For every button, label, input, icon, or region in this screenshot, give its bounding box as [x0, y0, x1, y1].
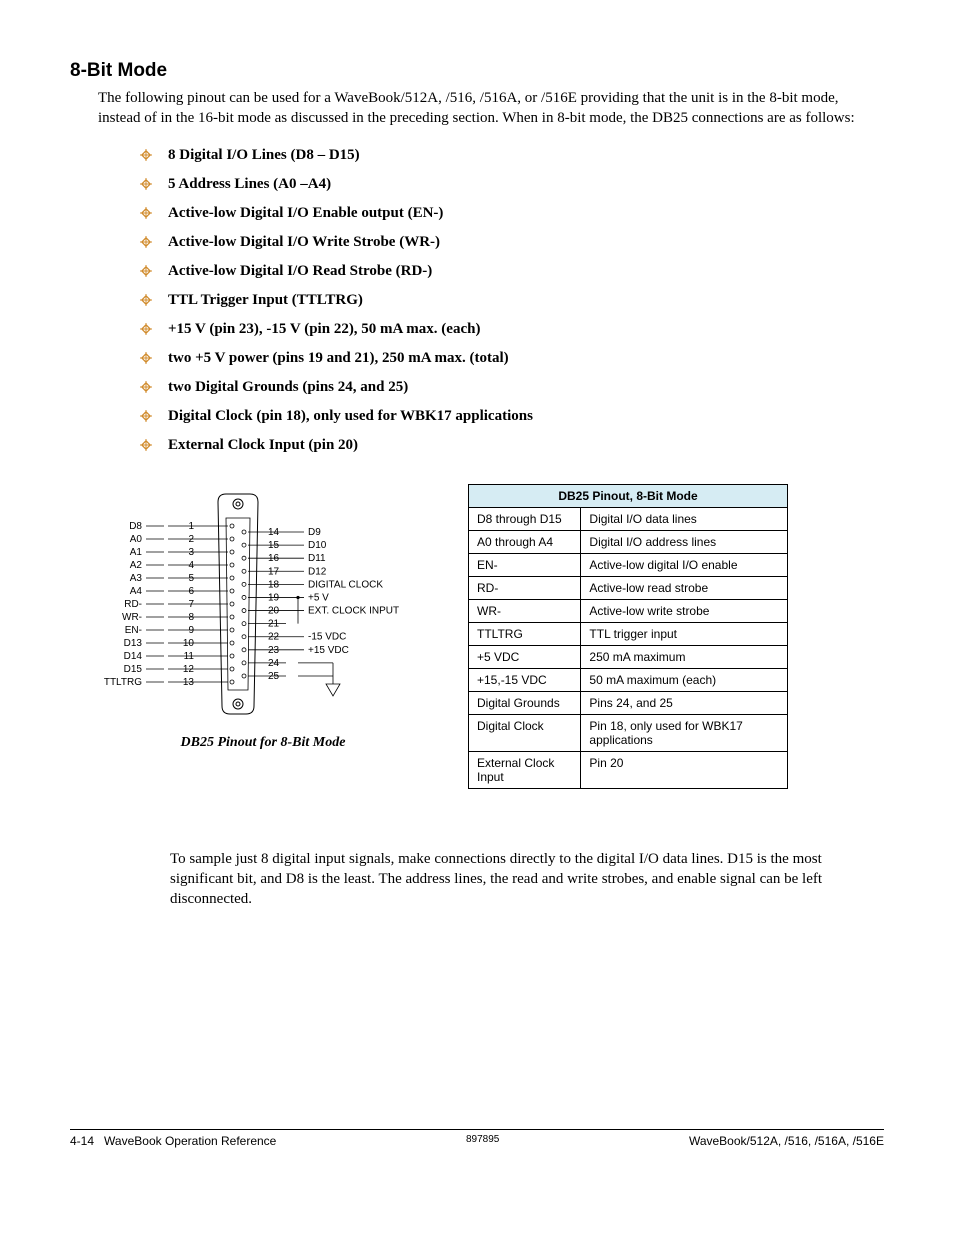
- svg-text:D9: D9: [308, 527, 321, 538]
- feature-item: Digital Clock (pin 18), only used for WB…: [140, 408, 884, 425]
- diamond-bullet-icon: [140, 381, 152, 393]
- feature-item: TTL Trigger Input (TTLTRG): [140, 292, 884, 309]
- db25-pinout-diagram: 1 D8 2 A0 3 A1 4 A2 5 A3 6 A4 7 RD- 8 WR- 9 EN- 10 D13 11 D14…: [98, 484, 428, 724]
- diamond-bullet-icon: [140, 236, 152, 248]
- feature-item: 5 Address Lines (A0 –A4): [140, 176, 884, 193]
- feature-item: Active-low Digital I/O Read Strobe (RD-): [140, 263, 884, 280]
- svg-text:21: 21: [268, 618, 280, 629]
- table-row: WR-Active-low write strobe: [469, 599, 788, 622]
- table-row: External Clock InputPin 20: [469, 751, 788, 788]
- diamond-bullet-icon: [140, 323, 152, 335]
- feature-item: Active-low Digital I/O Enable output (EN…: [140, 205, 884, 222]
- svg-text:WR-: WR-: [122, 612, 142, 623]
- svg-text:EN-: EN-: [125, 625, 142, 636]
- pinout-table: DB25 Pinout, 8-Bit Mode D8 through D15Di…: [468, 484, 788, 789]
- svg-text:16: 16: [268, 553, 280, 564]
- table-title: DB25 Pinout, 8-Bit Mode: [469, 484, 788, 507]
- svg-text:D13: D13: [124, 638, 143, 649]
- diamond-bullet-icon: [140, 410, 152, 422]
- svg-text:3: 3: [188, 547, 194, 558]
- svg-text:25: 25: [268, 671, 280, 682]
- table-row: Digital GroundsPins 24, and 25: [469, 691, 788, 714]
- svg-text:D12: D12: [308, 566, 327, 577]
- svg-text:D10: D10: [308, 540, 327, 551]
- figure-caption: DB25 Pinout for 8-Bit Mode: [98, 735, 428, 751]
- svg-text:TTLTRG: TTLTRG: [104, 677, 142, 688]
- svg-text:A0: A0: [130, 534, 143, 545]
- svg-text:17: 17: [268, 566, 280, 577]
- svg-text:+5 V: +5 V: [308, 592, 329, 603]
- svg-text:RD-: RD-: [124, 599, 142, 610]
- table-row: +15,-15 VDC50 mA maximum (each): [469, 668, 788, 691]
- table-row: D8 through D15Digital I/O data lines: [469, 507, 788, 530]
- svg-text:-15 VDC: -15 VDC: [308, 631, 346, 642]
- diamond-bullet-icon: [140, 207, 152, 219]
- svg-text:2: 2: [188, 534, 194, 545]
- svg-text:D15: D15: [124, 664, 143, 675]
- feature-item: two Digital Grounds (pins 24, and 25): [140, 379, 884, 396]
- feature-list: 8 Digital I/O Lines (D8 – D15) 5 Address …: [140, 147, 884, 454]
- svg-text:DIGITAL CLOCK: DIGITAL CLOCK: [308, 579, 383, 590]
- svg-text:19: 19: [268, 592, 280, 603]
- svg-text:A3: A3: [130, 573, 143, 584]
- pinout-figure: 1 D8 2 A0 3 A1 4 A2 5 A3 6 A4 7 RD- 8 WR- 9 EN- 10 D13 11 D14…: [98, 484, 428, 751]
- svg-text:14: 14: [268, 527, 280, 538]
- svg-text:EXT. CLOCK INPUT: EXT. CLOCK INPUT: [308, 605, 399, 616]
- diamond-bullet-icon: [140, 265, 152, 277]
- feature-item: External Clock Input (pin 20): [140, 437, 884, 454]
- svg-text:12: 12: [183, 664, 195, 675]
- svg-text:15: 15: [268, 540, 280, 551]
- table-row: TTLTRGTTL trigger input: [469, 622, 788, 645]
- feature-item: 8 Digital I/O Lines (D8 – D15): [140, 147, 884, 164]
- feature-item: two +5 V power (pins 19 and 21), 250 mA …: [140, 350, 884, 367]
- svg-text:D14: D14: [124, 651, 143, 662]
- svg-text:23: 23: [268, 644, 280, 655]
- svg-text:5: 5: [188, 573, 194, 584]
- svg-text:11: 11: [184, 651, 195, 662]
- svg-text:18: 18: [268, 579, 280, 590]
- svg-text:A2: A2: [130, 560, 143, 571]
- footer-center: 897895: [466, 1134, 499, 1148]
- closing-paragraph: To sample just 8 digital input signals, …: [170, 849, 884, 910]
- diamond-bullet-icon: [140, 439, 152, 451]
- section-heading: 8-Bit Mode: [70, 60, 884, 82]
- svg-text:8: 8: [188, 612, 194, 623]
- diamond-bullet-icon: [140, 294, 152, 306]
- table-row: A0 through A4Digital I/O address lines: [469, 530, 788, 553]
- svg-text:1: 1: [188, 521, 194, 532]
- svg-text:4: 4: [188, 560, 194, 571]
- svg-text:20: 20: [268, 605, 280, 616]
- svg-text:24: 24: [268, 657, 280, 668]
- page-footer: 4-14 WaveBook Operation Reference 897895…: [70, 1129, 884, 1148]
- feature-item: +15 V (pin 23), -15 V (pin 22), 50 mA ma…: [140, 321, 884, 338]
- svg-text:A1: A1: [130, 547, 143, 558]
- table-row: Digital ClockPin 18, only used for WBK17…: [469, 714, 788, 751]
- svg-text:22: 22: [268, 631, 280, 642]
- svg-text:10: 10: [183, 638, 195, 649]
- table-row: EN-Active-low digital I/O enable: [469, 553, 788, 576]
- intro-paragraph: The following pinout can be used for a W…: [98, 88, 884, 129]
- svg-text:6: 6: [188, 586, 194, 597]
- svg-text:13: 13: [183, 677, 195, 688]
- table-row: +5 VDC250 mA maximum: [469, 645, 788, 668]
- svg-text:7: 7: [188, 599, 194, 610]
- footer-right: WaveBook/512A, /516, /516A, /516E: [689, 1134, 884, 1148]
- svg-text:D8: D8: [129, 521, 142, 532]
- table-row: RD-Active-low read strobe: [469, 576, 788, 599]
- feature-item: Active-low Digital I/O Write Strobe (WR-…: [140, 234, 884, 251]
- svg-text:A4: A4: [130, 586, 143, 597]
- diamond-bullet-icon: [140, 352, 152, 364]
- footer-left: 4-14 WaveBook Operation Reference: [70, 1134, 276, 1148]
- svg-text:D11: D11: [308, 553, 326, 564]
- diamond-bullet-icon: [140, 178, 152, 190]
- svg-text:+15 VDC: +15 VDC: [308, 644, 349, 655]
- diamond-bullet-icon: [140, 149, 152, 161]
- svg-text:9: 9: [188, 625, 194, 636]
